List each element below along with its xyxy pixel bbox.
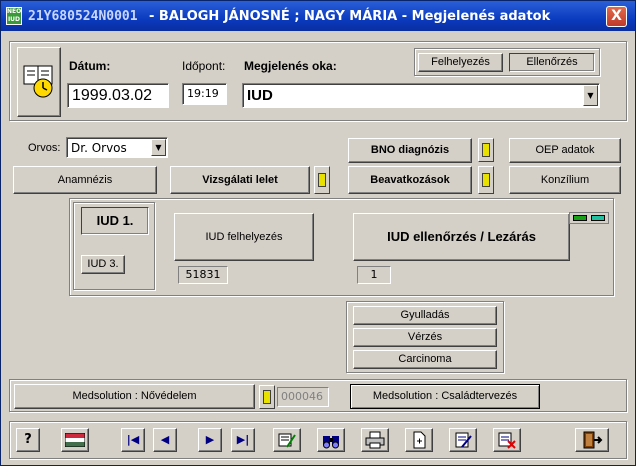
- time-field[interactable]: 19:19: [182, 83, 227, 105]
- carcinoma-button[interactable]: Carcinoma: [353, 350, 497, 369]
- main-window: NEO IUD 21Y680524N0001 - BALOGH JÁNOSNÉ ;…: [0, 0, 636, 466]
- iud-placement-button[interactable]: IUD felhelyezés: [174, 213, 314, 261]
- patient-id: 21Y680524N0001: [28, 9, 138, 24]
- bno-indicator-box: [478, 138, 494, 162]
- app-icon: NEO IUD: [6, 7, 22, 25]
- delete-document-icon: [498, 432, 516, 449]
- new-record-button[interactable]: [405, 428, 433, 452]
- bno-diagnosis-button[interactable]: BNO diagnózis: [348, 138, 472, 163]
- exit-button[interactable]: [575, 428, 609, 452]
- hungarian-flag-button[interactable]: [61, 428, 89, 452]
- calendar-book-button[interactable]: [17, 47, 61, 117]
- binoculars-icon: [323, 436, 339, 449]
- time-label: Időpont:: [182, 59, 226, 73]
- toggle-check[interactable]: Ellenőrzés: [509, 53, 595, 72]
- edit-note-button[interactable]: [273, 428, 301, 452]
- edit-record-button[interactable]: [449, 428, 477, 452]
- exit-door-icon: [583, 431, 603, 449]
- womens-care-code: 000046: [277, 387, 329, 407]
- search-button[interactable]: [317, 428, 345, 452]
- help-button[interactable]: ?: [16, 428, 40, 452]
- doctor-combo[interactable]: Dr. Orvos ▼: [66, 137, 168, 158]
- next-record-button[interactable]: ▶: [198, 428, 222, 452]
- iud-placement-value: 51831: [178, 266, 228, 284]
- womens-care-indicator: [263, 390, 271, 404]
- iud-tab-3[interactable]: IUD 3.: [81, 255, 125, 274]
- previous-record-button[interactable]: ◀: [153, 428, 177, 452]
- exam-indicator: [318, 173, 326, 187]
- doctor-label: Orvos:: [28, 142, 61, 154]
- interventions-button[interactable]: Beavatkozások: [348, 166, 472, 194]
- womens-care-indicator-box: [259, 385, 275, 409]
- printer-icon: [365, 431, 385, 449]
- doctor-dropdown-arrow[interactable]: ▼: [151, 139, 166, 156]
- close-button[interactable]: X: [606, 6, 627, 27]
- print-button[interactable]: [361, 428, 389, 452]
- first-record-button[interactable]: |◀: [121, 428, 145, 452]
- exam-result-button[interactable]: Vizsgálati lelet: [170, 166, 310, 194]
- iud-check-value: 1: [357, 266, 391, 284]
- consilium-button[interactable]: Konzílium: [509, 166, 621, 194]
- bleeding-button[interactable]: Vérzés: [353, 328, 497, 347]
- note-edit-icon: [278, 433, 296, 448]
- bno-indicator: [482, 143, 490, 157]
- inflammation-button[interactable]: Gyulladás: [353, 306, 497, 325]
- iud-tab-1[interactable]: IUD 1.: [81, 207, 149, 235]
- doctor-value: Dr. Orvos: [71, 141, 127, 155]
- status-lights: [569, 212, 609, 224]
- date-value: 1999.03.02: [72, 87, 153, 104]
- reason-dropdown-arrow[interactable]: ▼: [583, 85, 598, 106]
- date-label: Dátum:: [69, 59, 111, 73]
- date-field[interactable]: 1999.03.02: [67, 83, 169, 108]
- womens-care-button[interactable]: Medsolution : Nővédelem: [14, 384, 255, 409]
- new-document-icon: [413, 431, 426, 449]
- exam-indicator-box: [314, 166, 330, 194]
- status-light-1: [573, 215, 587, 221]
- title-bar[interactable]: NEO IUD 21Y680524N0001 - BALOGH JÁNOSNÉ ;…: [1, 1, 635, 31]
- status-light-2: [591, 215, 605, 221]
- last-record-button[interactable]: ▶|: [231, 428, 255, 452]
- window-title: - BALOGH JÁNOSNÉ ; NAGY MÁRIA - Megjelen…: [149, 9, 551, 24]
- book-clock-icon: [23, 65, 53, 98]
- reason-label: Megjelenés oka:: [244, 59, 337, 73]
- family-planning-button[interactable]: Medsolution : Családtervezés: [350, 384, 540, 409]
- oep-data-button[interactable]: OEP adatok: [509, 138, 621, 163]
- reason-value: IUD: [247, 87, 273, 104]
- anamnesis-button[interactable]: Anamnézis: [13, 166, 157, 194]
- time-value: 19:19: [187, 87, 219, 100]
- iud-check-close-button[interactable]: IUD ellenőrzés / Lezárás: [353, 213, 570, 261]
- interventions-indicator: [482, 173, 490, 187]
- toggle-placement[interactable]: Felhelyezés: [418, 53, 503, 72]
- delete-record-button[interactable]: [493, 428, 521, 452]
- hungary-flag-icon: [64, 432, 86, 448]
- reason-combo[interactable]: IUD ▼: [242, 83, 600, 108]
- interventions-indicator-box: [478, 166, 494, 194]
- edit-document-icon: [455, 432, 472, 448]
